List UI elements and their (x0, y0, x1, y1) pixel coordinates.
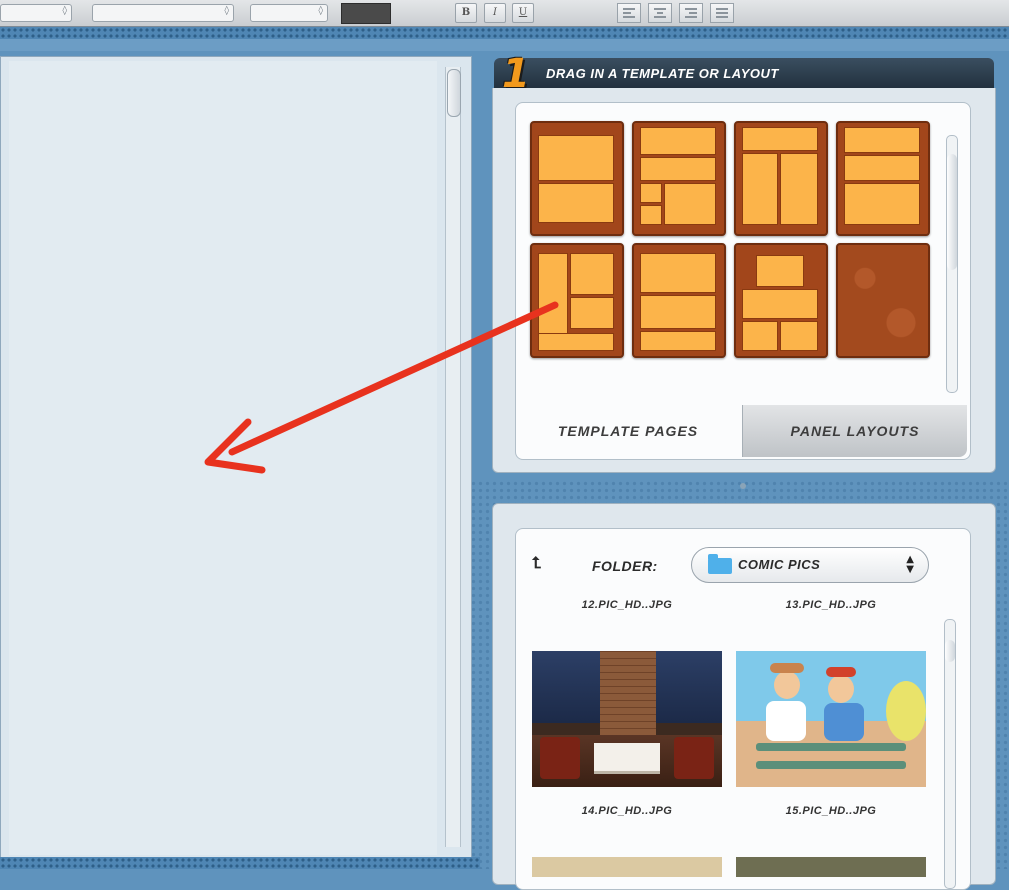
template-scrollbar[interactable] (946, 135, 958, 393)
scrollbar-thumb[interactable] (945, 640, 955, 662)
file-name: 12.PIC_HD..JPG (581, 599, 673, 611)
scrollbar-thumb[interactable] (447, 69, 461, 117)
picture-thumbnail[interactable] (736, 651, 926, 787)
template-thumbnail[interactable] (734, 243, 828, 358)
scrollbar-thumb[interactable] (947, 154, 957, 270)
template-thumbnail-blank[interactable] (836, 243, 930, 358)
folder-select[interactable]: COMIC PICS ▲ ▼ (691, 547, 929, 583)
folder-label: FOLDER: (592, 558, 658, 574)
template-thumbnail[interactable] (530, 243, 624, 358)
template-thumbnail[interactable] (530, 121, 624, 236)
template-panel: TEMPLATE PAGES PANEL LAYOUTS (492, 88, 996, 473)
font-select[interactable]: ◊ (92, 4, 234, 22)
page-canvas-frame (0, 56, 472, 862)
picture-thumbnail[interactable] (532, 651, 722, 787)
size-select[interactable]: ◊ (250, 4, 328, 22)
file-name: 13.PIC_HD..JPG (785, 599, 877, 611)
decorative-stripe (0, 27, 1009, 51)
pictures-panel: ⮤ FOLDER: COMIC PICS ▲ ▼ 12.PIC_HD..JPG 1… (492, 503, 996, 890)
tab-panel-layouts[interactable]: PANEL LAYOUTS (742, 405, 967, 457)
picture-thumbnail[interactable] (532, 857, 722, 877)
template-browser: TEMPLATE PAGES PANEL LAYOUTS (515, 102, 971, 460)
template-thumbnail[interactable] (836, 121, 930, 236)
canvas-scrollbar[interactable] (445, 67, 461, 847)
color-swatch[interactable] (341, 3, 391, 24)
template-grid (530, 121, 936, 379)
step-title: DRAG IN A TEMPLATE OR LAYOUT (546, 66, 779, 81)
up-folder-icon[interactable]: ⮤ (532, 555, 541, 573)
updown-arrows-icon: ▲ ▼ (906, 554, 914, 575)
template-thumbnail[interactable] (632, 243, 726, 358)
pictures-browser: ⮤ FOLDER: COMIC PICS ▲ ▼ 12.PIC_HD..JPG 1… (515, 528, 971, 890)
folder-select-value: COMIC PICS (738, 557, 821, 572)
step-header: 1 DRAG IN A TEMPLATE OR LAYOUT (494, 52, 994, 96)
font-size-field[interactable]: ◊ (0, 4, 72, 22)
underline-button[interactable]: U (512, 3, 534, 23)
align-left-button[interactable] (617, 3, 641, 23)
align-center-button[interactable] (648, 3, 672, 23)
folder-icon (708, 554, 732, 574)
template-thumbnail[interactable] (632, 121, 726, 236)
picture-thumbnail[interactable] (736, 857, 926, 877)
template-thumbnail[interactable] (734, 121, 828, 236)
italic-button[interactable]: I (484, 3, 506, 23)
splitter-handle[interactable] (740, 483, 746, 489)
toolbar: ◊ ◊ ◊ B I U (0, 0, 1009, 27)
align-justify-button[interactable] (710, 3, 734, 23)
pictures-scrollbar[interactable] (944, 619, 956, 889)
file-name: 15.PIC_HD..JPG (785, 805, 877, 817)
bold-button[interactable]: B (455, 3, 477, 23)
align-right-button[interactable] (679, 3, 703, 23)
tab-template-pages[interactable]: TEMPLATE PAGES (516, 405, 740, 457)
page-canvas[interactable] (9, 61, 437, 855)
file-name: 14.PIC_HD..JPG (581, 805, 673, 817)
decorative-stripe (0, 857, 480, 869)
